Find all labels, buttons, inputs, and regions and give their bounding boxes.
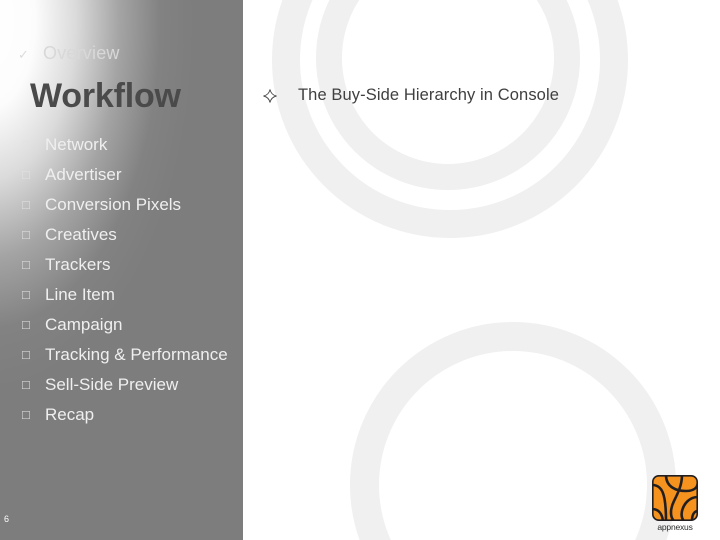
four-point-star-icon — [263, 89, 277, 103]
content-bullet-item: The Buy-Side Hierarchy in Console — [263, 86, 559, 106]
sidebar-overview-label: Overview — [43, 43, 120, 63]
sidebar-item-line-item[interactable]: □ Line Item — [22, 284, 238, 306]
sidebar-item-label: Network — [45, 135, 108, 154]
slide: The Buy-Side Hierarchy in Console ✓ Over… — [0, 0, 720, 540]
page-title: Workflow — [30, 77, 181, 115]
sidebar-nav-list: □ Network □ Advertiser □ Conversion Pixe… — [22, 134, 238, 434]
sidebar-item-tracking-performance[interactable]: □ Tracking & Performance — [22, 344, 238, 366]
appnexus-wordmark: appnexus — [657, 522, 693, 532]
sidebar-item-conversion-pixels[interactable]: □ Conversion Pixels — [22, 194, 238, 216]
sidebar-item-advertiser[interactable]: □ Advertiser — [22, 164, 238, 186]
square-bullet-icon: □ — [22, 227, 30, 242]
sidebar-item-label: Trackers — [45, 255, 111, 274]
sidebar-item-label: Campaign — [45, 315, 123, 334]
content-bullet-label: The Buy-Side Hierarchy in Console — [298, 86, 559, 104]
page-number: 6 — [4, 514, 10, 524]
square-bullet-icon: □ — [22, 137, 30, 152]
sidebar-item-label: Advertiser — [45, 165, 122, 184]
appnexus-logo: appnexus — [648, 475, 702, 532]
sidebar-item-recap[interactable]: □ Recap — [22, 404, 238, 426]
sidebar-item-creatives[interactable]: □ Creatives — [22, 224, 238, 246]
sidebar-item-network[interactable]: □ Network — [22, 134, 238, 156]
sidebar-item-label: Line Item — [45, 285, 115, 304]
sidebar-item-campaign[interactable]: □ Campaign — [22, 314, 238, 336]
sidebar-item-label: Creatives — [45, 225, 117, 244]
square-bullet-icon: □ — [22, 317, 30, 332]
square-bullet-icon: □ — [22, 257, 30, 272]
content-area: The Buy-Side Hierarchy in Console — [243, 0, 720, 540]
sidebar: ✓ Overview Workflow □ Network □ Advertis… — [0, 0, 243, 540]
check-icon: ✓ — [18, 47, 29, 62]
square-bullet-icon: □ — [22, 167, 30, 182]
square-bullet-icon: □ — [22, 347, 30, 362]
square-bullet-icon: □ — [22, 197, 30, 212]
sidebar-item-label: Conversion Pixels — [45, 195, 182, 214]
sidebar-item-label: Tracking & Performance — [45, 345, 228, 364]
square-bullet-icon: □ — [22, 377, 30, 392]
square-bullet-icon: □ — [22, 407, 30, 422]
sidebar-item-trackers[interactable]: □ Trackers — [22, 254, 238, 276]
appnexus-logo-icon — [652, 475, 698, 521]
sidebar-overview-item[interactable]: ✓ Overview — [18, 44, 120, 62]
sidebar-item-label: Recap — [45, 405, 95, 424]
sidebar-item-label: Sell-Side Preview — [45, 375, 179, 394]
sidebar-item-sell-side-preview[interactable]: □ Sell-Side Preview — [22, 374, 238, 396]
square-bullet-icon: □ — [22, 287, 30, 302]
